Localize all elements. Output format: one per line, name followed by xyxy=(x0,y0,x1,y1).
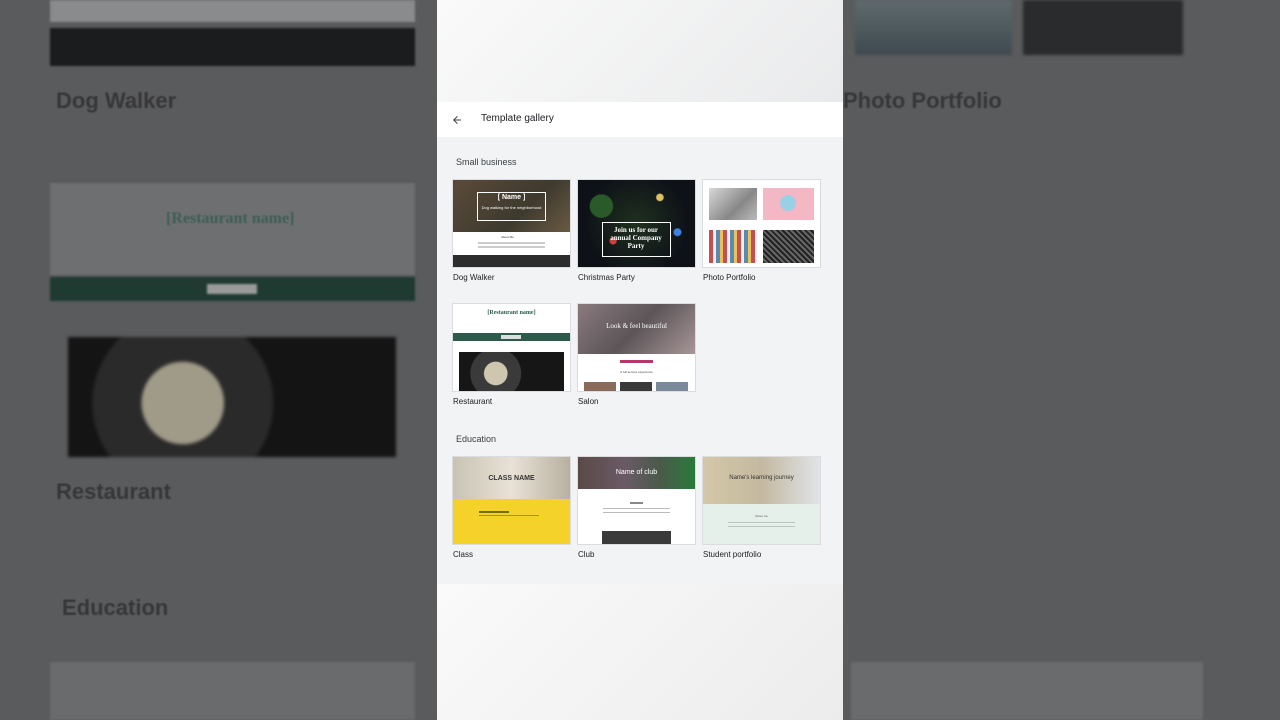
background-left: Dog Walker [Restaurant name] Restaurant … xyxy=(0,0,437,720)
bg-label-photo-portfolio: Photo Portfolio xyxy=(843,88,1002,113)
template-club[interactable]: Name of club Club xyxy=(578,457,695,559)
thumb-title: CLASS NAME xyxy=(488,475,535,482)
section-title-education: Education xyxy=(456,434,497,444)
bg-photo-2 xyxy=(1023,0,1183,55)
thumb-title: Join us for our annual Company Party xyxy=(610,226,662,250)
template-photo-portfolio[interactable]: Photo Portfolio xyxy=(703,180,820,282)
template-thumbnail: Look & feel beautiful A full-service exp… xyxy=(578,304,695,391)
thumb-subtitle: A full-service experience xyxy=(620,370,653,374)
bg-label-dog-walker: Dog Walker xyxy=(56,88,177,113)
bg-restaurant-button xyxy=(207,284,257,294)
bg-class-card xyxy=(50,662,415,720)
template-salon[interactable]: Look & feel beautiful A full-service exp… xyxy=(578,304,695,406)
template-gallery-panel: Template gallery Small business [ Name ]… xyxy=(437,0,843,720)
template-student-portfolio[interactable]: Name's learning journey About me Student… xyxy=(703,457,820,559)
panel-top-backdrop xyxy=(437,0,843,102)
template-label: Restaurant xyxy=(453,397,493,406)
bg-restaurant-image xyxy=(68,337,396,457)
thumb-about: About Me xyxy=(501,235,514,239)
template-thumbnail: Join us for our annual Company Party xyxy=(578,180,695,267)
thumb-title: Look & feel beautiful xyxy=(606,322,667,330)
toolbar: Template gallery xyxy=(437,102,843,137)
template-thumbnail xyxy=(703,180,820,267)
bg-student-card xyxy=(851,662,1203,720)
bg-dogwalker-bar xyxy=(50,28,415,66)
section-title-small-business: Small business xyxy=(456,157,517,167)
template-label: Dog Walker xyxy=(453,273,495,282)
bg-label-education: Education xyxy=(62,595,169,620)
back-button[interactable] xyxy=(445,108,469,132)
bg-restaurant-card xyxy=(50,183,415,275)
template-label: Photo Portfolio xyxy=(703,273,756,282)
bg-restaurant-name: [Restaurant name] xyxy=(166,210,295,227)
template-label: Christmas Party xyxy=(578,273,635,282)
template-label: Club xyxy=(578,550,595,559)
template-thumbnail: [Restaurant name] xyxy=(453,304,570,391)
bg-dogwalker-footer xyxy=(50,0,415,22)
background-right: Photo Portfolio xyxy=(843,0,1280,720)
template-class[interactable]: CLASS NAME Class xyxy=(453,457,570,559)
thumb-subtitle: About me xyxy=(755,514,768,518)
template-label: Student portfolio xyxy=(703,550,762,559)
bg-photo-1 xyxy=(855,0,1012,55)
template-restaurant[interactable]: [Restaurant name] Restaurant xyxy=(453,304,570,406)
template-dog-walker[interactable]: [ Name ] Dog walking for the neighborhoo… xyxy=(453,180,570,282)
panel-bottom-backdrop xyxy=(437,584,843,720)
template-thumbnail: CLASS NAME xyxy=(453,457,570,544)
bg-label-restaurant: Restaurant xyxy=(56,479,171,504)
template-christmas-party[interactable]: Join us for our annual Company Party Chr… xyxy=(578,180,695,282)
thumb-title: [ Name ] xyxy=(497,194,526,201)
template-thumbnail: [ Name ] Dog walking for the neighborhoo… xyxy=(453,180,570,267)
template-thumbnail: Name's learning journey About me xyxy=(703,457,820,544)
gallery-content: Small business [ Name ] Dog walking for … xyxy=(437,137,843,584)
arrow-back-icon xyxy=(453,116,461,124)
page-title: Template gallery xyxy=(481,113,554,124)
thumb-title: [Restaurant name] xyxy=(487,310,536,316)
template-thumbnail: Name of club xyxy=(578,457,695,544)
thumb-title: Name's learning journey xyxy=(729,475,794,481)
thumb-title: Name of club xyxy=(615,469,658,476)
thumb-subtitle: Dog walking for the neighborhood xyxy=(481,205,542,210)
template-label: Salon xyxy=(578,397,599,406)
template-label: Class xyxy=(453,550,474,559)
